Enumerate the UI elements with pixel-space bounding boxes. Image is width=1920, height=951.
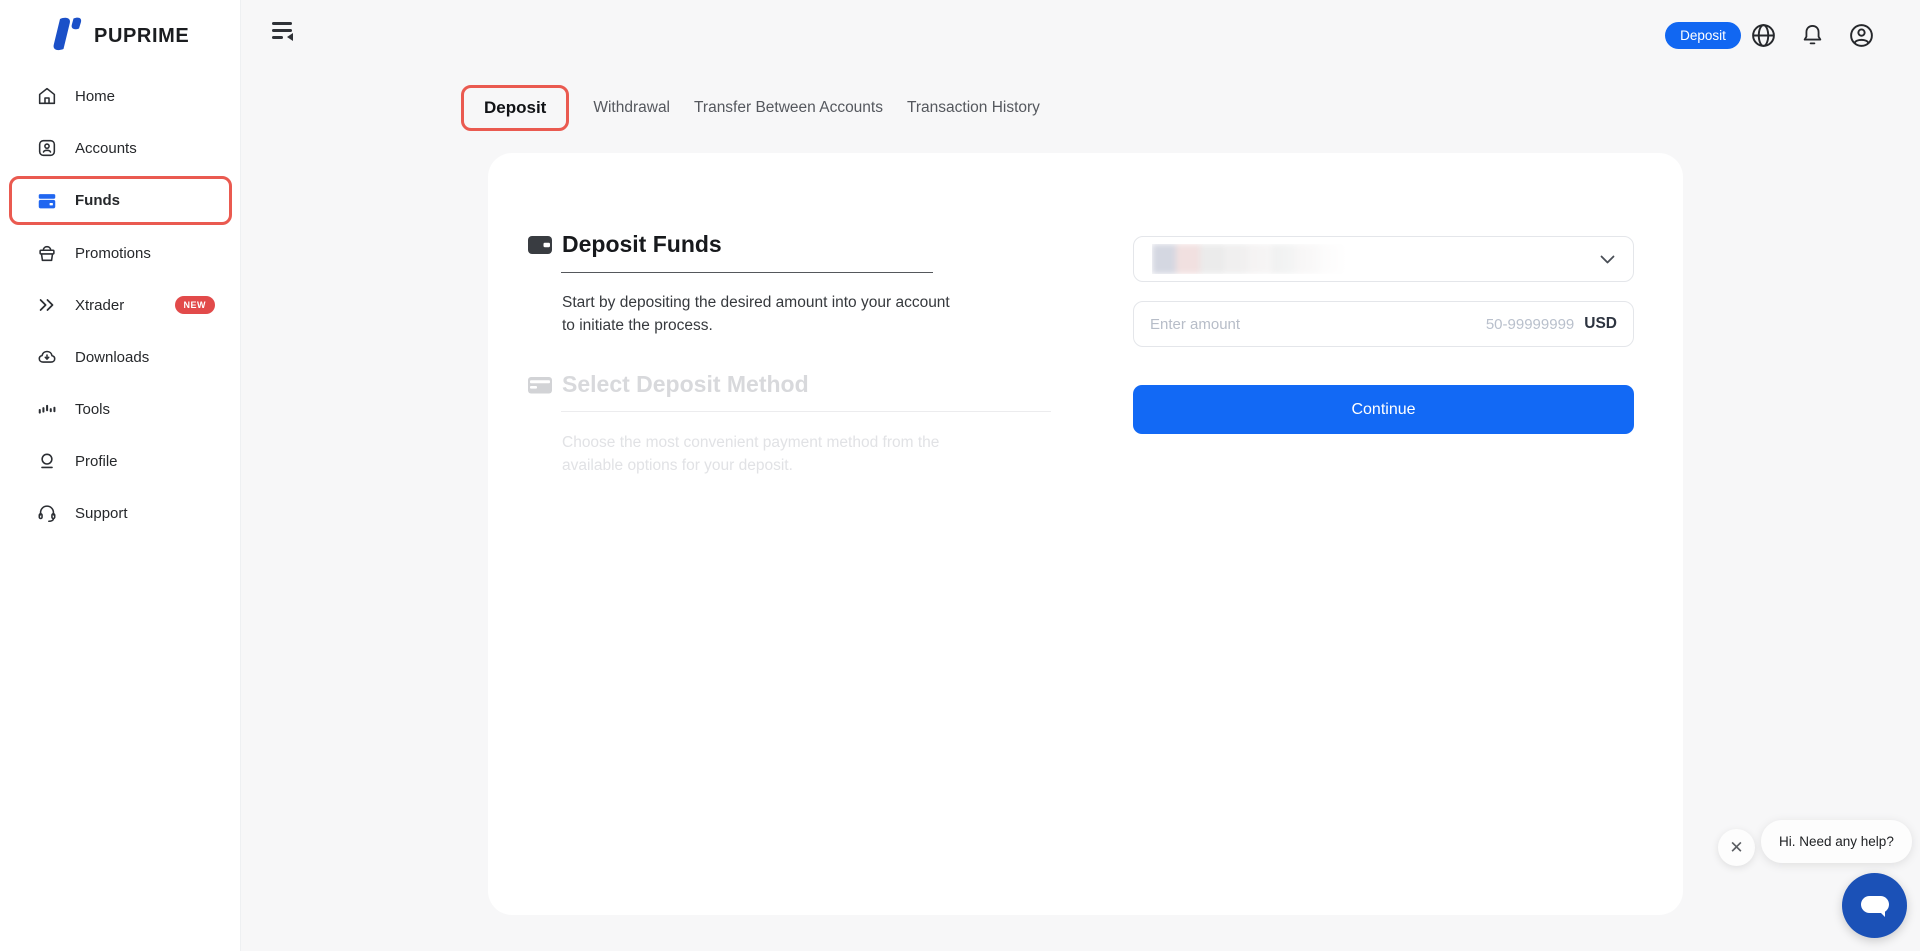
sidebar-item-label: Support [75,505,128,522]
amount-range-hint: 50-99999999 [1486,316,1574,333]
sidebar-item-label: Promotions [75,245,151,262]
notifications-button[interactable] [1797,20,1828,51]
topbar-deposit-button[interactable]: Deposit [1665,22,1741,49]
sidebar-collapse-icon[interactable] [272,22,294,40]
deposit-funds-divider [561,272,933,273]
sidebar-item-support[interactable]: Support [0,487,241,539]
xtrader-icon [36,294,58,316]
deposit-funds-title: Deposit Funds [562,231,722,258]
brand-logo[interactable]: PUPRIME [0,0,240,56]
sidebar-item-label: Funds [75,192,120,209]
sidebar-nav: Home Accounts [0,70,241,539]
sidebar-item-label: Downloads [75,349,149,366]
sidebar-item-label: Tools [75,401,110,418]
puprime-logo-icon [50,16,84,56]
globe-icon [1749,21,1778,50]
chat-greeting-bubble[interactable]: Hi. Need any help? [1761,820,1912,863]
sidebar-item-home[interactable]: Home [0,70,241,122]
chat-bubble-icon [1858,891,1892,921]
avatar-icon [1847,21,1876,50]
deposit-funds-description: Start by depositing the desired amount i… [562,291,957,337]
wallet-icon [527,233,553,257]
chat-dismiss-button[interactable]: ✕ [1718,829,1755,866]
profile-icon [36,450,58,472]
sidebar: PUPRIME Home Accou [0,0,241,951]
support-icon [36,502,58,524]
bell-icon [1799,22,1826,49]
redacted-account-value [1152,244,1362,274]
close-icon: ✕ [1729,838,1743,858]
tab-transfer-between-accounts[interactable]: Transfer Between Accounts [694,99,883,117]
sidebar-item-accounts[interactable]: Accounts [0,122,241,174]
select-method-title: Select Deposit Method [562,371,809,398]
account-menu-button[interactable] [1846,20,1877,51]
continue-button[interactable]: Continue [1133,385,1634,434]
funds-icon [36,190,58,212]
select-method-divider [561,411,1051,412]
deposit-card: Deposit Funds Start by depositing the de… [488,153,1683,915]
funds-tabs: Deposit Withdrawal Transfer Between Acco… [461,85,1040,131]
sidebar-item-promotions[interactable]: Promotions [0,227,241,279]
home-icon [36,85,58,107]
sidebar-item-downloads[interactable]: Downloads [0,331,241,383]
tab-deposit[interactable]: Deposit [461,85,569,131]
new-badge: NEW [175,296,216,314]
sidebar-item-label: Accounts [75,140,137,157]
sidebar-item-xtrader[interactable]: Xtrader NEW [0,279,241,331]
card-icon [527,373,553,397]
chat-launcher-button[interactable] [1842,873,1907,938]
chevron-down-icon [1600,255,1615,264]
brand-name: PUPRIME [94,25,189,48]
sidebar-item-profile[interactable]: Profile [0,435,241,487]
sidebar-item-tools[interactable]: Tools [0,383,241,435]
downloads-icon [36,346,58,368]
sidebar-item-label: Xtrader [75,297,124,314]
app-root: PUPRIME Home Accou [0,0,1920,951]
tab-transaction-history[interactable]: Transaction History [907,99,1040,117]
tools-icon [36,398,58,420]
tab-withdrawal[interactable]: Withdrawal [593,99,670,117]
amount-field: 50-99999999 USD [1133,301,1634,347]
amount-input[interactable] [1150,316,1476,333]
sidebar-item-label: Profile [75,453,118,470]
sidebar-item-label: Home [75,88,115,105]
select-method-description: Choose the most convenient payment metho… [562,431,957,477]
sidebar-item-funds[interactable]: Funds [9,176,232,225]
account-select-dropdown[interactable] [1133,236,1634,282]
language-globe-button[interactable] [1748,20,1779,51]
currency-label: USD [1584,315,1617,333]
accounts-icon [36,137,58,159]
promotions-icon [36,242,58,264]
